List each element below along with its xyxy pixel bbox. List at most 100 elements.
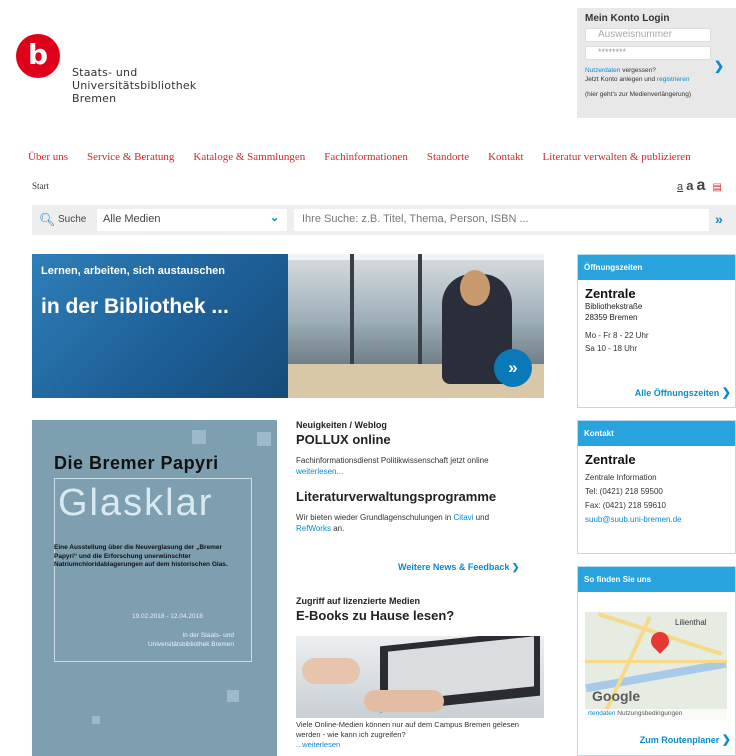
all-hours-link[interactable]: Alle Öffnungszeiten ❯ — [635, 386, 731, 399]
route-planner-link[interactable]: Zum Routenplaner ❯ — [640, 733, 731, 746]
opening-hours-box: Öffnungszeiten Zentrale Bibliothekstraße… — [577, 254, 736, 408]
poster-location: In der Staats- und Universitätsbibliothe… — [148, 632, 234, 648]
poster-dates: 19.02.2018 - 12.04.2018 — [132, 613, 203, 620]
hero-window-frame — [418, 254, 422, 366]
poster-title: Die Bremer Papyri — [54, 453, 219, 473]
search-input[interactable]: Ihre Suche: z.B. Titel, Thema, Person, I… — [294, 209, 709, 231]
card-number-input[interactable]: Ausweisnummer — [585, 28, 711, 42]
contact-header: Kontakt — [578, 421, 735, 446]
map-data-link[interactable]: rtendaten — [588, 710, 615, 717]
location-name: Zentrale — [585, 286, 636, 301]
search-icon: 🔍︎ — [39, 212, 56, 227]
ebook-title[interactable]: E-Books zu Hause lesen? — [296, 608, 536, 623]
logo-letter: b — [27, 38, 49, 71]
search-scope-select[interactable]: Alle Medien — [97, 209, 287, 231]
chevron-right-icon: ❯ — [721, 734, 731, 746]
login-text: Jetzt Konto anlegen und — [585, 76, 657, 83]
poster-headline: Glasklar — [58, 482, 214, 524]
ebook-image[interactable] — [296, 636, 544, 718]
login-title: Mein Konto Login — [585, 13, 670, 24]
breadcrumb[interactable]: Start — [32, 181, 49, 191]
nav-item-service[interactable]: Service & Beratung — [87, 150, 174, 164]
more-news-label: Weitere News & Feedback — [398, 562, 510, 572]
contact-phone: Tel: (0421) 218 59500 — [585, 487, 663, 496]
library-name-line: Bremen — [72, 92, 117, 105]
contact-box: Kontakt Zentrale Zentrale Information Te… — [577, 420, 736, 554]
hero-next-icon[interactable]: » — [494, 349, 532, 387]
news-category: Neuigkeiten / Weblog — [296, 420, 387, 430]
hours-text: Mo - Fr 8 - 22 Uhr Sa 10 - 18 Uhr — [585, 329, 728, 355]
news-text: an. — [330, 524, 345, 533]
register-link[interactable]: registrieren — [657, 76, 690, 83]
chevron-down-icon[interactable]: ⌄ — [270, 211, 279, 224]
hero-banner[interactable]: Lernen, arbeiten, sich austauschen in de… — [32, 254, 544, 398]
directions-header: So finden Sie uns — [578, 567, 735, 592]
hand — [364, 690, 444, 712]
nav-item-locations[interactable]: Standorte — [427, 150, 469, 164]
search-label: Suche — [58, 214, 87, 225]
news-section: Neuigkeiten / Weblog POLLUX online Fachi… — [296, 420, 536, 534]
nav-item-literature[interactable]: Literatur verwalten & publizieren — [543, 150, 691, 164]
refworks-link[interactable]: RefWorks — [296, 524, 331, 533]
citavi-link[interactable]: Citavi — [453, 513, 473, 522]
contact-fax: Fax: (0421) 218 59610 — [585, 501, 666, 510]
contact-place: Zentrale — [585, 452, 636, 467]
news-text: Viele Online-Medien können nur auf dem C… — [296, 720, 519, 739]
contact-info: Zentrale Information Tel: (0421) 218 595… — [585, 471, 728, 527]
login-submit-arrow-icon[interactable]: ❯ — [714, 59, 724, 73]
search-bar: 🔍︎ Suche Alle Medien ⌄ Ihre Suche: z.B. … — [32, 205, 736, 235]
font-size-controls: a a a ▤ — [677, 177, 722, 195]
street: Bibliothekstraße — [585, 302, 643, 311]
opening-hours-header: Öffnungszeiten — [578, 255, 735, 280]
font-size-medium[interactable]: a — [686, 178, 693, 193]
map-town-label: Lilienthal — [675, 618, 707, 627]
location-map[interactable]: Lilienthal Google rtendaten Nutzungsbedi… — [585, 612, 727, 720]
chevron-right-icon: ❯ — [511, 562, 520, 572]
more-news-link[interactable]: Weitere News & Feedback ❯ — [398, 562, 519, 573]
news-text: und — [473, 513, 490, 522]
library-name-line: Staats- und — [72, 66, 138, 79]
ebook-section: Zugriff auf lizenzierte Medien E-Books z… — [296, 596, 536, 623]
hero-subtitle: Lernen, arbeiten, sich austauschen — [41, 265, 226, 277]
library-name[interactable]: Staats- und Universitätsbibliothek Breme… — [72, 66, 196, 105]
main-nav: Über uns Service & Beratung Kataloge & S… — [28, 150, 710, 164]
login-register-line: Jetzt Konto anlegen und registrieren — [585, 75, 728, 84]
poster-description: Eine Ausstellung über die Neuverglasung … — [54, 544, 228, 568]
read-more-link[interactable]: ...weiterlesen — [296, 740, 340, 749]
exhibition-poster[interactable]: Die Bremer Papyri Glasklar Eine Ausstell… — [32, 420, 277, 756]
route-planner-label: Zum Routenplaner — [639, 735, 720, 745]
poster-deco — [227, 690, 239, 702]
news-item-title[interactable]: POLLUX online — [296, 432, 536, 447]
hours-line: Sa 10 - 18 Uhr — [585, 344, 638, 353]
read-more-link[interactable]: weiterlesen... — [296, 467, 343, 476]
news-item-text: Fachinformationsdienst Politikwissenscha… — [296, 455, 536, 477]
login-forgot-line: Nutzerdaten vergessen? — [585, 66, 728, 75]
password-input[interactable]: ******** — [585, 46, 711, 60]
search-submit-icon[interactable]: » — [715, 211, 723, 227]
poster-deco — [257, 432, 271, 446]
news-text: Wir bieten wieder Grundlagenschulungen i… — [296, 513, 454, 522]
font-size-small[interactable]: a — [677, 181, 683, 193]
renewal-link[interactable]: (hier geht's zur Medienverlängerung) — [585, 90, 728, 99]
contact-email-link[interactable]: suub@suub.uni-bremen.de — [585, 515, 682, 524]
nav-item-catalogs[interactable]: Kataloge & Sammlungen — [193, 150, 305, 164]
news-item-text: Wir bieten wieder Grundlagenschulungen i… — [296, 512, 536, 534]
news-text: Fachinformationsdienst Politikwissenscha… — [296, 456, 489, 465]
news-item-title[interactable]: Literaturverwaltungsprogramme — [296, 489, 536, 504]
nav-item-about[interactable]: Über uns — [28, 150, 68, 164]
hours-line: Mo - Fr 8 - 22 Uhr — [585, 331, 649, 340]
login-panel: Mein Konto Login Ausweisnummer ******** … — [577, 8, 736, 118]
nav-item-subject-info[interactable]: Fachinformationen — [324, 150, 408, 164]
print-icon[interactable]: ▤ — [712, 182, 721, 193]
poster-deco — [92, 716, 100, 724]
library-logo[interactable]: b — [16, 34, 60, 78]
map-terms-label[interactable]: Nutzungsbedingungen — [617, 710, 682, 717]
library-name-line: Universitätsbibliothek — [72, 79, 197, 92]
google-logo: Google — [592, 688, 641, 704]
map-terms: rtendaten Nutzungsbedingungen — [585, 709, 727, 720]
font-size-large[interactable]: a — [696, 177, 705, 194]
hand — [302, 658, 360, 684]
nav-item-contact[interactable]: Kontakt — [488, 150, 523, 164]
forgot-data-link[interactable]: Nutzerdaten — [585, 67, 620, 74]
hero-window-frame — [288, 254, 544, 260]
